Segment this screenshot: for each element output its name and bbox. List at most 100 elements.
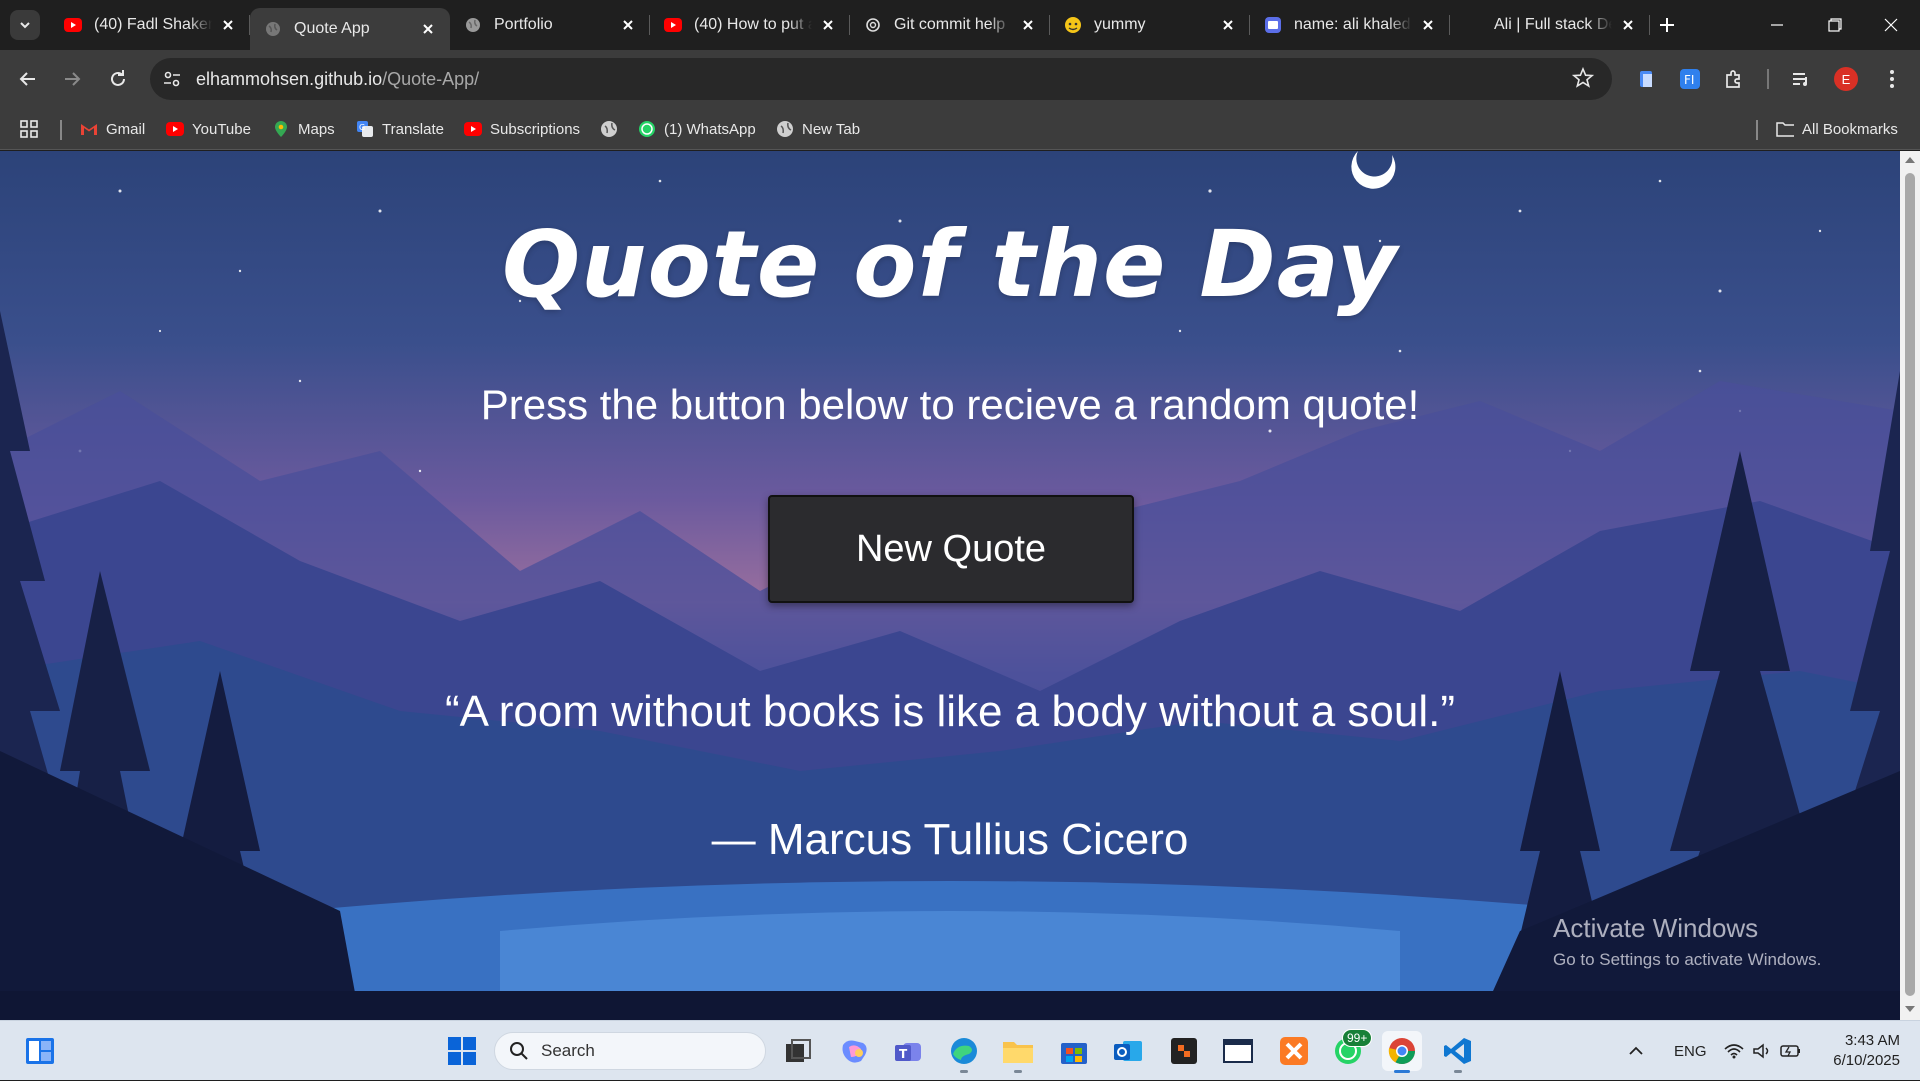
- outlook-button[interactable]: [1108, 1031, 1148, 1071]
- windows-logo-icon: [448, 1037, 476, 1065]
- language-indicator[interactable]: ENG: [1674, 1021, 1707, 1081]
- scrollbar[interactable]: [1900, 151, 1920, 1020]
- window-app-button[interactable]: [1218, 1031, 1258, 1071]
- forward-button[interactable]: [56, 63, 88, 95]
- teams-icon: T: [895, 1043, 921, 1061]
- restore-button[interactable]: [1806, 0, 1864, 50]
- bookmark-label: Subscriptions: [490, 120, 581, 138]
- url-path: /Quote-App/: [382, 69, 480, 89]
- site-info-icon[interactable]: [160, 67, 184, 91]
- show-hidden-icons-button[interactable]: [1628, 1021, 1644, 1081]
- edge-button[interactable]: [944, 1031, 984, 1073]
- menu-button[interactable]: [1876, 63, 1908, 95]
- search-placeholder: Search: [541, 1041, 595, 1060]
- reload-button[interactable]: [102, 63, 134, 95]
- file-explorer-button[interactable]: [998, 1031, 1038, 1073]
- bookmark-gmail[interactable]: Gmail: [80, 118, 145, 140]
- clock-date: 6/10/2025: [1833, 1052, 1900, 1069]
- arrow-right-icon: [65, 72, 81, 86]
- page-viewport: Quote of the Day Press the button below …: [0, 151, 1900, 1020]
- tab-active[interactable]: Quote App: [250, 8, 450, 50]
- tab[interactable]: (40) How to put a: [650, 0, 850, 50]
- scroll-up-icon[interactable]: [1904, 155, 1916, 165]
- store-button[interactable]: [1054, 1031, 1094, 1071]
- close-icon[interactable]: [618, 15, 638, 35]
- tab[interactable]: name: ali khaled: [1250, 0, 1450, 50]
- tab-title: Portfolio: [494, 16, 553, 33]
- scrollbar-thumb[interactable]: [1905, 173, 1915, 996]
- minimize-button[interactable]: [1748, 0, 1806, 50]
- battery-icon: [1780, 1045, 1800, 1057]
- vscode-icon: [1444, 1038, 1471, 1064]
- widgets-button[interactable]: [20, 1031, 60, 1071]
- close-icon[interactable]: [1018, 15, 1038, 35]
- activate-windows-watermark: Activate Windows Go to Settings to activ…: [1553, 913, 1821, 970]
- clock[interactable]: 3:43 AM 6/10/2025: [1810, 1031, 1900, 1071]
- globe-icon: [776, 120, 794, 138]
- app-orange-button[interactable]: [1164, 1031, 1204, 1071]
- bookmark-maps[interactable]: Maps: [272, 118, 335, 140]
- tab[interactable]: (40) Fadl Shaker: [50, 0, 250, 50]
- gmail-icon: [80, 120, 98, 138]
- xampp-button[interactable]: [1274, 1031, 1314, 1071]
- emoji-icon: [1064, 16, 1082, 34]
- bookmark-globe[interactable]: [600, 118, 626, 140]
- start-button[interactable]: [442, 1031, 482, 1071]
- blank-favicon: [1464, 16, 1482, 34]
- extension-docs-button[interactable]: [1630, 63, 1662, 95]
- bookmark-label: Translate: [382, 120, 444, 138]
- chevron-up-icon: [1629, 1046, 1643, 1055]
- volume-icon: [1753, 1043, 1769, 1059]
- bookmark-label: YouTube: [192, 120, 251, 138]
- new-tab-button[interactable]: [1650, 0, 1684, 50]
- teams-button[interactable]: T: [888, 1031, 928, 1071]
- all-bookmarks-button[interactable]: All Bookmarks: [1776, 118, 1898, 140]
- scroll-down-icon[interactable]: [1904, 1004, 1916, 1014]
- close-icon[interactable]: [1218, 15, 1238, 35]
- task-view-icon: [786, 1039, 811, 1062]
- tab[interactable]: Git commit help: [850, 0, 1050, 50]
- close-window-button[interactable]: [1862, 0, 1920, 50]
- tab-title: yummy: [1094, 16, 1146, 33]
- extensions-button[interactable]: [1718, 63, 1750, 95]
- close-icon[interactable]: [1418, 15, 1438, 35]
- task-view-button[interactable]: [778, 1031, 818, 1071]
- more-vert-icon: [1890, 70, 1894, 88]
- new-quote-button[interactable]: New Quote: [768, 495, 1134, 603]
- tab-title: (40) How to put a: [694, 16, 812, 33]
- close-icon[interactable]: [1618, 15, 1638, 35]
- document-icon: [1640, 71, 1652, 87]
- close-icon[interactable]: [818, 15, 838, 35]
- bookmark-whatsapp[interactable]: (1) WhatsApp: [638, 118, 756, 140]
- tab[interactable]: yummy: [1050, 0, 1250, 50]
- back-button[interactable]: [12, 63, 44, 95]
- network-volume-battery[interactable]: [1724, 1021, 1802, 1081]
- tab-search-button[interactable]: [10, 10, 40, 40]
- all-bookmarks-label: All Bookmarks: [1802, 120, 1898, 138]
- extension-fi-button[interactable]: FI: [1674, 63, 1706, 95]
- copilot-button[interactable]: [834, 1031, 874, 1071]
- whatsapp-button[interactable]: 99+: [1328, 1029, 1373, 1071]
- watermark-title: Activate Windows: [1553, 913, 1759, 943]
- app-icon: [1264, 16, 1282, 34]
- tab[interactable]: Ali | Full stack De: [1450, 0, 1650, 50]
- tab[interactable]: Portfolio: [450, 0, 650, 50]
- copilot-icon: [842, 1040, 867, 1063]
- wifi-icon: [1724, 1044, 1744, 1059]
- bookmark-new-tab[interactable]: New Tab: [776, 118, 860, 140]
- notification-badge: 99+: [1342, 1029, 1373, 1047]
- star-icon[interactable]: [1571, 66, 1596, 91]
- bookmark-youtube[interactable]: YouTube: [166, 118, 251, 140]
- vscode-button[interactable]: [1438, 1031, 1478, 1073]
- apps-button[interactable]: [20, 118, 46, 140]
- media-controls-button[interactable]: [1785, 63, 1817, 95]
- profile-button[interactable]: E: [1830, 63, 1862, 95]
- bookmark-translate[interactable]: G Translate: [356, 118, 444, 140]
- chrome-button[interactable]: [1382, 1031, 1422, 1073]
- close-icon[interactable]: [218, 15, 238, 35]
- taskbar-search[interactable]: Search: [494, 1032, 766, 1070]
- edge-icon: [951, 1038, 977, 1064]
- address-bar[interactable]: elhammohsen.github.io/Quote-App/: [150, 58, 1612, 100]
- close-icon[interactable]: [418, 19, 438, 39]
- bookmark-subscriptions[interactable]: Subscriptions: [464, 118, 580, 140]
